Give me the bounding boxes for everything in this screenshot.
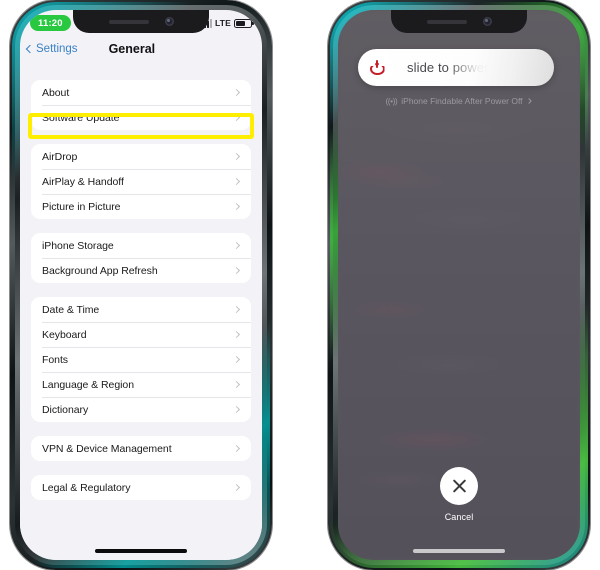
chevron-right-icon [232, 266, 241, 275]
settings-row-label: Language & Region [42, 378, 134, 391]
chevron-right-icon [232, 152, 241, 161]
front-camera-icon [482, 17, 492, 26]
settings-row-language-region[interactable]: Language & Region [31, 372, 251, 397]
chevron-right-icon [232, 380, 241, 389]
chevron-right-icon [232, 305, 241, 314]
settings-row-about[interactable]: About [31, 80, 251, 105]
settings-row-label: Date & Time [42, 303, 100, 316]
chevron-right-icon [232, 113, 241, 122]
chevron-right-icon [232, 330, 241, 339]
chevron-right-icon [232, 405, 241, 414]
navigation-bar: Settings General [20, 34, 262, 64]
settings-row-label: Picture in Picture [42, 200, 121, 213]
chevron-right-icon [525, 98, 532, 104]
power-icon [370, 60, 385, 75]
power-slider-knob[interactable] [361, 51, 393, 84]
cancel-button-label: Cancel [444, 512, 474, 522]
settings-row-software-update[interactable]: Software Update [31, 105, 251, 130]
slide-to-power-off-label: slide to power off [407, 60, 507, 75]
settings-row-label: Fonts [42, 353, 69, 366]
settings-group: VPN & Device Management [31, 436, 251, 461]
chevron-right-icon [232, 177, 241, 186]
settings-row-date-time[interactable]: Date & Time [31, 297, 251, 322]
settings-row-label: AirDrop [42, 150, 78, 163]
status-bar: 11:20 LTE [20, 10, 262, 34]
settings-row-label: About [42, 86, 70, 99]
settings-row-fonts[interactable]: Fonts [31, 347, 251, 372]
close-x-icon[interactable] [440, 467, 478, 505]
cancel-button[interactable]: Cancel [440, 467, 478, 522]
settings-row-vpn-device-management[interactable]: VPN & Device Management [31, 436, 251, 461]
settings-row-keyboard[interactable]: Keyboard [31, 322, 251, 347]
settings-row-label: Legal & Regulatory [42, 481, 131, 494]
settings-row-label: iPhone Storage [42, 239, 114, 252]
chevron-right-icon [232, 355, 241, 364]
iphone-findable-label: iPhone Findable After Power Off [401, 96, 523, 106]
settings-row-label: VPN & Device Management [42, 442, 172, 455]
settings-row-label: Keyboard [42, 328, 87, 341]
phone-screen: slide to power off ((•)) iPhone Findable… [338, 10, 580, 560]
settings-group: Legal & Regulatory [31, 475, 251, 500]
settings-row-label: Dictionary [42, 403, 89, 416]
settings-list[interactable]: About Software Update AirDrop AirPlay & Han… [20, 64, 262, 560]
earpiece-speaker-icon [426, 19, 467, 24]
signal-bars-icon [200, 18, 212, 28]
notch [391, 10, 527, 33]
status-indicators: LTE [200, 18, 254, 28]
page-title: General [108, 42, 156, 56]
settings-row-airdrop[interactable]: AirDrop [31, 144, 251, 169]
battery-icon [234, 18, 254, 28]
settings-row-background-app-refresh[interactable]: Background App Refresh [31, 258, 251, 283]
settings-row-airplay-handoff[interactable]: AirPlay & Handoff [31, 169, 251, 194]
chevron-right-icon [232, 88, 241, 97]
settings-row-iphone-storage[interactable]: iPhone Storage [31, 233, 251, 258]
settings-row-label: AirPlay & Handoff [42, 175, 124, 188]
network-type-label: LTE [214, 18, 231, 28]
status-time: 11:20 [30, 15, 71, 31]
settings-group: iPhone Storage Background App Refresh [31, 233, 251, 283]
iphone-findable-link[interactable]: ((•)) iPhone Findable After Power Off [338, 96, 580, 106]
chevron-right-icon [232, 444, 241, 453]
settings-group: AirDrop AirPlay & Handoff Picture in Pictu… [31, 144, 251, 219]
phone-right-power-off: slide to power off ((•)) iPhone Findable… [318, 0, 600, 570]
slide-to-power-off-slider[interactable]: slide to power off [358, 49, 554, 86]
chevron-right-icon [232, 241, 241, 250]
home-indicator [413, 549, 505, 553]
back-button-label: Settings [36, 43, 78, 55]
settings-row-label: Software Update [42, 111, 120, 124]
phone-left-settings-general: 11:20 LTE Settings General About Software… [0, 0, 282, 570]
settings-row-label: Background App Refresh [42, 264, 158, 277]
settings-row-legal-regulatory[interactable]: Legal & Regulatory [31, 475, 251, 500]
settings-row-picture-in-picture[interactable]: Picture in Picture [31, 194, 251, 219]
settings-group: About Software Update [31, 80, 251, 130]
chevron-left-icon [25, 44, 35, 54]
two-phone-comparison: 11:20 LTE Settings General About Software… [0, 0, 600, 570]
settings-row-dictionary[interactable]: Dictionary [31, 397, 251, 422]
back-button[interactable]: Settings [20, 43, 78, 55]
chevron-right-icon [232, 202, 241, 211]
findable-broadcast-icon: ((•)) [385, 96, 398, 106]
chevron-right-icon [232, 483, 241, 492]
settings-group: Date & Time Keyboard Fonts Language & Regio… [31, 297, 251, 422]
home-indicator [95, 549, 187, 553]
phone-screen: 11:20 LTE Settings General About Software… [20, 10, 262, 560]
